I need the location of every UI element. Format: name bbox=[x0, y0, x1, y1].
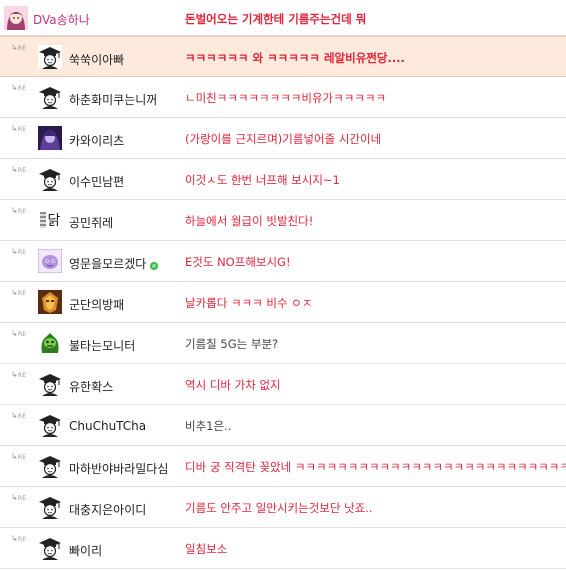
reply-nick[interactable]: 유한확스 bbox=[69, 378, 113, 395]
graduate-avatar[interactable] bbox=[38, 495, 62, 519]
graduate-avatar[interactable] bbox=[38, 413, 62, 437]
reply-indicator: ↳RE bbox=[11, 493, 27, 503]
green-monster-avatar[interactable] bbox=[38, 331, 62, 355]
reply-nick[interactable]: ChuChuTCha bbox=[69, 419, 146, 433]
original-nick[interactable]: DVa송하나 bbox=[33, 11, 90, 28]
reply-row-2: ↳RE 하춘화미쿠는니꺼 ㄴ미친ㅋㅋㅋㅋㅋㅋㅋㅋ비유가ㅋㅋㅋㅋㅋ bbox=[0, 77, 566, 118]
reply-arrow-icon: ↳ bbox=[11, 206, 18, 215]
reply-message: 날카롭다 ㅋㅋㅋ 비수 ㅇㅈ bbox=[185, 296, 313, 310]
reply-indicator: ↳RE bbox=[11, 124, 27, 134]
reply-indicator: ↳RE bbox=[11, 247, 27, 257]
graduate-avatar[interactable] bbox=[38, 45, 62, 69]
reply-arrow-icon: ↳ bbox=[11, 124, 18, 133]
reply-indicator: ↳RE bbox=[11, 165, 27, 175]
text-avatar[interactable]: 닭 bbox=[38, 208, 62, 232]
reply-indicator: ↳RE bbox=[11, 534, 27, 544]
reply-row-11: ↳RE 마하반야바라밀다심 디바 궁 직격탄 꽂았네 ㅋㅋㅋㅋㅋㅋㅋㅋㅋㅋㅋㅋㅋ… bbox=[0, 446, 566, 487]
reply-nick[interactable]: 카와이리츠 bbox=[69, 132, 124, 149]
reply-indicator: ↳RE bbox=[11, 411, 27, 421]
purple-creature-avatar[interactable] bbox=[38, 249, 62, 273]
reply-message: 기름도 안주고 일만시키는것보단 낫죠.. bbox=[185, 501, 373, 515]
reply-message: ㄴ미친ㅋㅋㅋㅋㅋㅋㅋㅋ비유가ㅋㅋㅋㅋㅋ bbox=[185, 91, 387, 105]
reply-nick[interactable]: 이수민남편 bbox=[69, 173, 124, 190]
graduate-avatar[interactable] bbox=[38, 454, 62, 478]
golden-mask-avatar[interactable] bbox=[38, 290, 62, 314]
reply-arrow-icon: ↳ bbox=[11, 165, 18, 174]
reply-arrow-icon: ↳ bbox=[11, 370, 18, 379]
reply-arrow-icon: ↳ bbox=[11, 288, 18, 297]
reply-arrow-icon: ↳ bbox=[11, 493, 18, 502]
reply-arrow-icon: ↳ bbox=[11, 247, 18, 256]
graduate-avatar[interactable] bbox=[38, 536, 62, 560]
reply-message: 역시 디바 가차 없지 bbox=[185, 378, 281, 392]
reply-nick[interactable]: 공민쥐레 bbox=[69, 214, 113, 231]
purple-character-avatar[interactable] bbox=[38, 126, 62, 150]
reply-indicator: ↳RE bbox=[11, 370, 27, 380]
reply-row-10: ↳RE ChuChuTCha 비추1은.. bbox=[0, 405, 566, 446]
original-message: 돈벌어오는 기계한테 기름주는건데 뭐 bbox=[185, 12, 367, 26]
graduate-avatar[interactable] bbox=[38, 167, 62, 191]
reply-arrow-icon: ↳ bbox=[11, 43, 18, 52]
graduate-avatar[interactable] bbox=[38, 85, 62, 109]
reply-row-7: ↳RE 군단의방패 날카롭다 ㅋㅋㅋ 비수 ㅇㅈ bbox=[0, 282, 566, 323]
reply-nick[interactable]: 불타는모니터 bbox=[69, 337, 135, 354]
reply-row-5: ↳RE 닭 공민쥐레 하늘에서 월급이 빗발친다! bbox=[0, 200, 566, 241]
reply-row-13: ↳RE 빠이리 일침보소 bbox=[0, 528, 566, 569]
reply-row-1: ↳RE 쑥쑥이아빠 ㅋㅋㅋㅋㅋㅋ 와 ㅋㅋㅋㅋㅋ 레알비유쩐당.... bbox=[0, 36, 566, 77]
reply-row-8: ↳RE 불타는모니터 기름칠 5G는 부분? bbox=[0, 323, 566, 364]
reply-arrow-icon: ↳ bbox=[11, 411, 18, 420]
reply-nick[interactable]: 하춘화미쿠는니꺼 bbox=[69, 91, 157, 108]
reply-row-6: ↳RE 영문을모르겠다 E것도 NO프해보시G! bbox=[0, 241, 566, 282]
reply-message: 이것ㅅ도 한번 너프해 보시지~1 bbox=[185, 173, 340, 187]
reply-indicator: ↳RE bbox=[11, 43, 27, 53]
reply-arrow-icon: ↳ bbox=[11, 452, 18, 461]
graduate-avatar[interactable] bbox=[38, 372, 62, 396]
reply-message: 기름칠 5G는 부분? bbox=[185, 337, 279, 351]
reply-nick[interactable]: 영문을모르겠다 bbox=[69, 255, 159, 272]
reply-indicator: ↳RE bbox=[11, 329, 27, 339]
reply-indicator: ↳RE bbox=[11, 206, 27, 216]
reply-row-4: ↳RE 이수민남편 이것ㅅ도 한번 너프해 보시지~1 bbox=[0, 159, 566, 200]
reply-message: ㅋㅋㅋㅋㅋㅋ 와 ㅋㅋㅋㅋㅋ 레알비유쩐당.... bbox=[185, 51, 405, 65]
reply-arrow-icon: ↳ bbox=[11, 83, 18, 92]
reply-indicator: ↳RE bbox=[11, 83, 27, 93]
online-status-icon bbox=[149, 260, 159, 270]
reply-nick[interactable]: 빠이리 bbox=[69, 542, 102, 559]
original-comment: DVa송하나 돈벌어오는 기계한테 기름주는건데 뭐 bbox=[0, 0, 566, 36]
reply-nick[interactable]: 대충지은아이디 bbox=[69, 501, 146, 518]
reply-message: 일침보소 bbox=[185, 542, 228, 556]
reply-nick[interactable]: 쑥쑥이아빠 bbox=[69, 51, 124, 68]
comment-list: DVa송하나 돈벌어오는 기계한테 기름주는건데 뭐 ↳RE 쑥쑥이아빠 ㅋㅋㅋ… bbox=[0, 0, 566, 569]
reply-indicator: ↳RE bbox=[11, 452, 27, 462]
reply-row-12: ↳RE 대충지은아이디 기름도 안주고 일만시키는것보단 낫죠.. bbox=[0, 487, 566, 528]
reply-message: E것도 NO프해보시G! bbox=[185, 255, 291, 269]
reply-message: 디바 궁 직격탄 꽂았네 ㅋㅋㅋㅋㅋㅋㅋㅋㅋㅋㅋㅋㅋㅋㅋㅋㅋㅋㅋㅋㅋㅋㅋㅋㅋㅋㅋ bbox=[185, 460, 566, 474]
reply-message: 비추1은.. bbox=[185, 419, 232, 433]
reply-indicator: ↳RE bbox=[11, 288, 27, 298]
reply-row-3: ↳RE 카와이리츠 (가랑이를 근지르며)기름넣어줄 시간이네 bbox=[0, 118, 566, 159]
reply-message: 하늘에서 월급이 빗발친다! bbox=[185, 214, 314, 228]
reply-arrow-icon: ↳ bbox=[11, 534, 18, 543]
reply-arrow-icon: ↳ bbox=[11, 329, 18, 338]
reply-message: (가랑이를 근지르며)기름넣어줄 시간이네 bbox=[185, 132, 382, 146]
pink-hair-avatar[interactable] bbox=[4, 6, 28, 30]
reply-nick[interactable]: 마하반야바라밀다심 bbox=[69, 460, 168, 477]
reply-row-9: ↳RE 유한확스 역시 디바 가차 없지 bbox=[0, 364, 566, 405]
reply-nick[interactable]: 군단의방패 bbox=[69, 296, 124, 313]
